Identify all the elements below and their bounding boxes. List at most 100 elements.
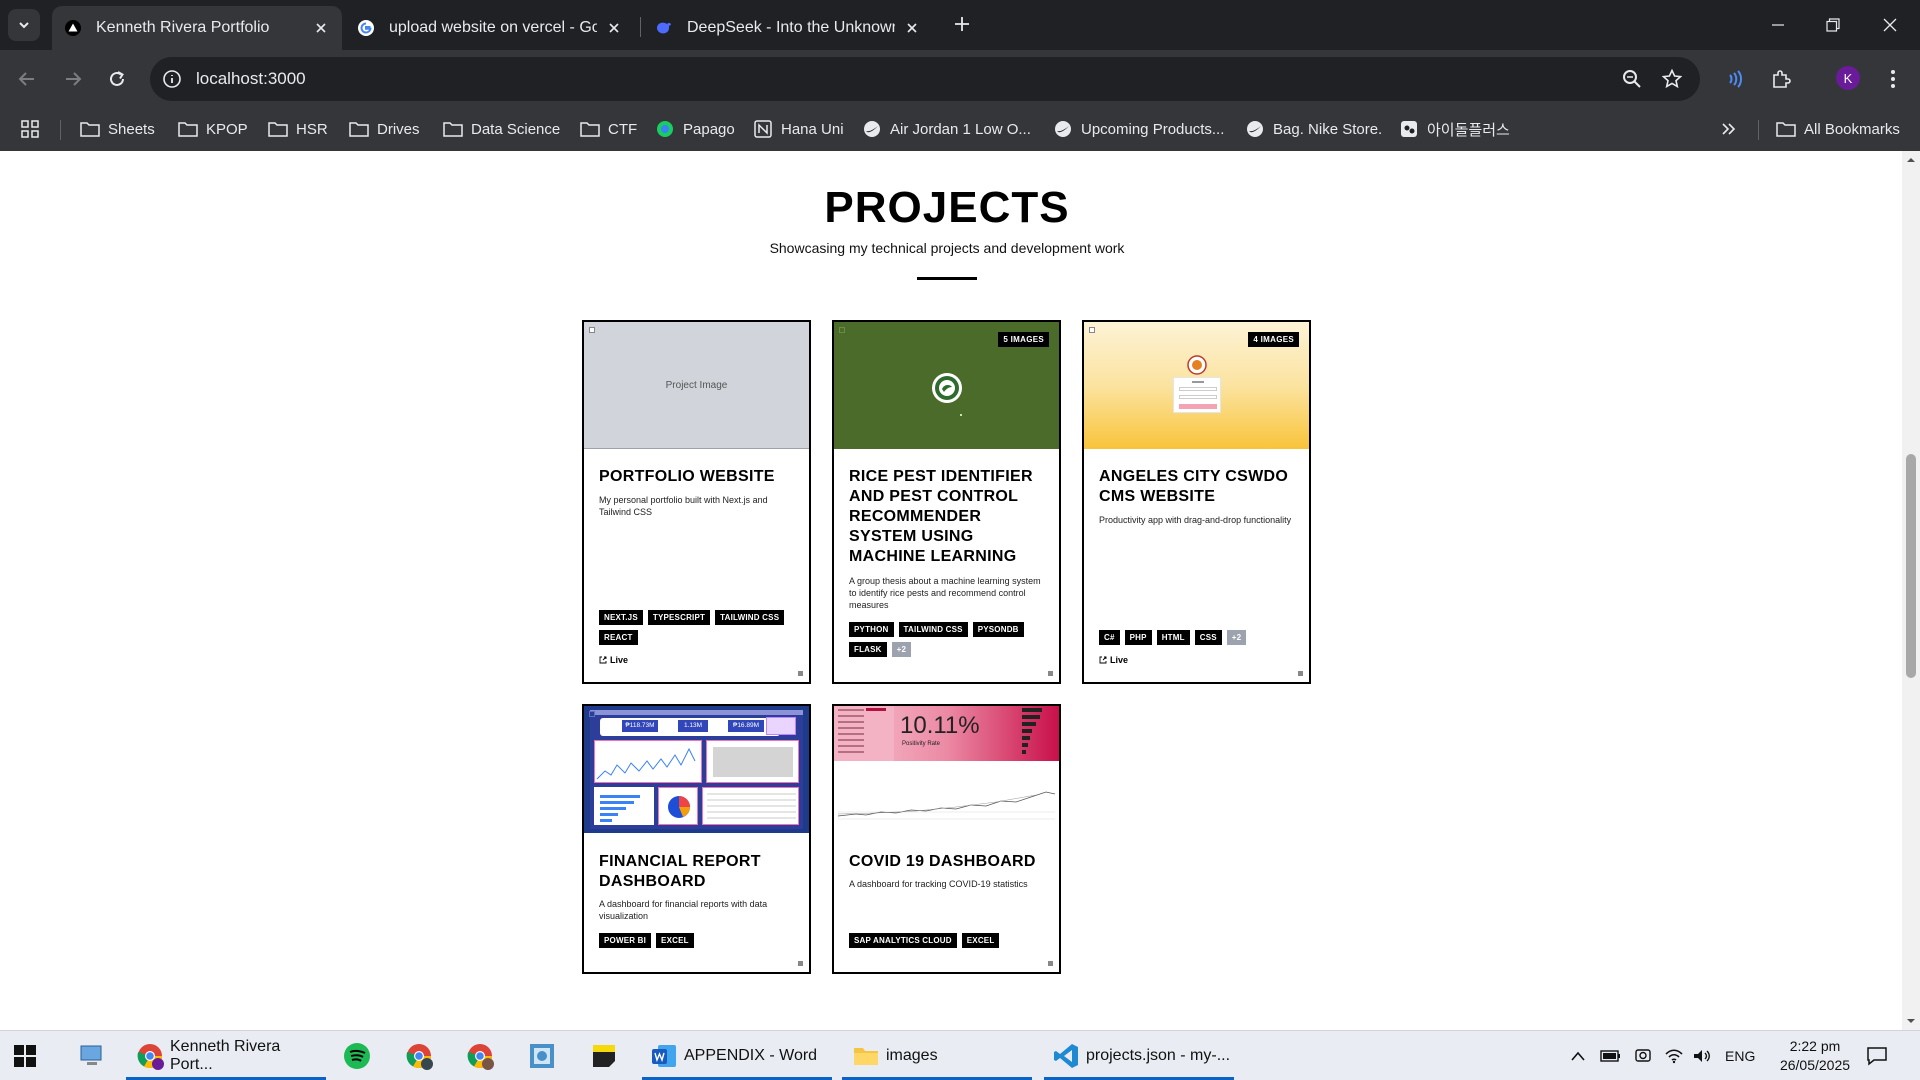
project-card-financial-report[interactable]: ₱118.73M 1.13M ₱16.89M FINANCIAL REPORT … bbox=[582, 704, 811, 974]
project-title: PORTFOLIO WEBSITE bbox=[599, 468, 775, 485]
bookmark-star-icon[interactable] bbox=[1660, 67, 1684, 91]
page-scrollbar[interactable] bbox=[1902, 151, 1920, 1030]
bookmark-folder-data-science[interactable]: Data Science bbox=[443, 118, 560, 140]
zoom-icon[interactable] bbox=[1620, 67, 1644, 91]
rice-pest-logo-icon bbox=[932, 373, 962, 403]
new-tab-button[interactable] bbox=[950, 12, 974, 36]
bookmark-papago[interactable]: Papago bbox=[655, 118, 735, 140]
scroll-up-icon[interactable] bbox=[1906, 155, 1916, 165]
taskbar-chrome-portfolio[interactable]: Kenneth Rivera Port... bbox=[136, 1031, 326, 1080]
forward-button[interactable] bbox=[58, 64, 88, 94]
folder-icon bbox=[443, 120, 463, 138]
bookmark-hana-uni[interactable]: Hana Uni bbox=[753, 118, 844, 140]
covid-list-thumb bbox=[838, 708, 886, 753]
tech-tags: C# PHP HTML CSS +2 bbox=[1099, 630, 1304, 645]
taskbar-spotify[interactable] bbox=[343, 1031, 377, 1080]
bookmark-folder-kpop[interactable]: KPOP bbox=[178, 118, 248, 140]
clock[interactable]: 2:22 pm 26/05/2025 bbox=[1770, 1031, 1860, 1080]
taskbar-vscode[interactable]: projects.json - my-... bbox=[1052, 1031, 1232, 1080]
project-description: A dashboard for financial reports with d… bbox=[599, 899, 768, 921]
tech-tags: POWER BI EXCEL bbox=[599, 933, 804, 948]
covid-line-panel bbox=[836, 764, 1057, 830]
nike-icon bbox=[862, 120, 882, 138]
bookmark-air-jordan[interactable]: Air Jordan 1 Low O... bbox=[862, 118, 1031, 140]
site-info-icon[interactable] bbox=[162, 69, 182, 89]
covid-line-thumb bbox=[837, 791, 1056, 820]
restore-button[interactable] bbox=[1818, 10, 1848, 40]
bookmark-nike-store[interactable]: Bag. Nike Store. bbox=[1245, 118, 1382, 140]
more-bookmarks-button[interactable] bbox=[1718, 118, 1746, 140]
all-bookmarks-button[interactable]: All Bookmarks bbox=[1776, 118, 1900, 140]
address-bar[interactable]: localhost:3000 bbox=[150, 57, 1700, 101]
taskbar-sticky-notes[interactable] bbox=[590, 1031, 624, 1080]
bookmark-divider bbox=[60, 120, 61, 140]
taskbar-chrome-2[interactable] bbox=[405, 1031, 439, 1080]
close-tab-icon[interactable] bbox=[903, 19, 921, 37]
tech-tag: SAP ANALYTICS CLOUD bbox=[849, 933, 957, 948]
taskbar-photos[interactable] bbox=[528, 1031, 562, 1080]
tech-tags: PYTHON TAILWIND CSS PYSONDB FLASK +2 bbox=[849, 622, 1054, 657]
windows-taskbar: Kenneth Rivera Port... APPENDIX - Word i… bbox=[0, 1030, 1920, 1080]
live-link[interactable]: Live bbox=[599, 655, 628, 665]
scrollbar-thumb[interactable] bbox=[1906, 454, 1916, 678]
project-image[interactable]: Project Image bbox=[584, 322, 809, 449]
folder-icon bbox=[580, 120, 600, 138]
task-view-button[interactable] bbox=[78, 1031, 106, 1080]
folder-icon bbox=[852, 1042, 880, 1070]
profile-avatar[interactable]: K bbox=[1836, 66, 1860, 90]
extension-wave-icon[interactable] bbox=[1720, 64, 1750, 94]
wifi-status[interactable] bbox=[1664, 1031, 1684, 1080]
minimize-button[interactable] bbox=[1763, 10, 1793, 40]
tab-title: DeepSeek - Into the Unknown bbox=[687, 19, 895, 36]
wifi-icon bbox=[1665, 1049, 1683, 1064]
vercel-triangle-icon bbox=[64, 19, 82, 37]
notifications-button[interactable] bbox=[1866, 1031, 1888, 1080]
webcam-status[interactable] bbox=[1634, 1031, 1652, 1080]
tab-portfolio[interactable]: Kenneth Rivera Portfolio bbox=[52, 6, 342, 50]
image-placeholder-label: Project Image bbox=[665, 380, 728, 391]
reload-button[interactable] bbox=[102, 64, 132, 94]
project-card-rice-pest[interactable]: 5 IMAGES RICE PEST IDENTIFIER AND PEST C… bbox=[832, 320, 1061, 684]
bookmark-upcoming-products[interactable]: Upcoming Products... bbox=[1053, 118, 1224, 140]
extensions-puzzle-icon[interactable] bbox=[1766, 64, 1796, 94]
url-text[interactable]: localhost:3000 bbox=[196, 69, 306, 89]
bookmark-folder-hsr[interactable]: HSR bbox=[268, 118, 328, 140]
bookmark-folder-ctf[interactable]: CTF bbox=[580, 118, 637, 140]
taskbar-word[interactable]: APPENDIX - Word bbox=[650, 1031, 830, 1080]
taskbar-chrome-3[interactable] bbox=[466, 1031, 500, 1080]
project-image[interactable]: ₱118.73M 1.13M ₱16.89M bbox=[584, 706, 809, 833]
folder-icon bbox=[349, 120, 369, 138]
idolplus-icon bbox=[1399, 120, 1419, 138]
bookmark-folder-sheets[interactable]: Sheets bbox=[80, 118, 155, 140]
tab-deepseek[interactable]: DeepSeek - Into the Unknown bbox=[643, 6, 933, 50]
tab-search-button[interactable] bbox=[8, 9, 40, 41]
start-button[interactable] bbox=[14, 1031, 36, 1080]
input-language[interactable]: ENG bbox=[1725, 1031, 1755, 1080]
apps-grid-button[interactable] bbox=[20, 118, 48, 140]
kebab-menu-icon[interactable] bbox=[1878, 64, 1908, 94]
bookmark-folder-drives[interactable]: Drives bbox=[349, 118, 420, 140]
taskbar-file-explorer-images[interactable]: images bbox=[852, 1031, 1022, 1080]
tech-tag: EXCEL bbox=[656, 933, 694, 948]
project-card-cswdo-cms[interactable]: 4 IMAGES ANGELES CITY CSWDO CMS WEBSITE … bbox=[1082, 320, 1311, 684]
external-link-icon bbox=[599, 656, 607, 664]
battery-status[interactable] bbox=[1600, 1031, 1622, 1080]
back-button[interactable] bbox=[12, 64, 42, 94]
project-card-portfolio[interactable]: Project Image PORTFOLIO WEBSITE My perso… bbox=[582, 320, 811, 684]
kpi-box: ₱118.73M bbox=[622, 720, 658, 732]
tab-google-search[interactable]: upload website on vercel - Goo bbox=[345, 6, 635, 50]
scroll-down-icon[interactable] bbox=[1906, 1016, 1916, 1026]
nike-icon bbox=[1245, 120, 1265, 138]
bookmark-idolplus[interactable]: 아이돌플러스 bbox=[1399, 118, 1510, 140]
project-card-covid-dashboard[interactable]: 10.11% Positivity Rate COVID 19 DASHBOAR… bbox=[832, 704, 1061, 974]
volume-control[interactable] bbox=[1692, 1031, 1712, 1080]
close-window-button[interactable] bbox=[1875, 10, 1905, 40]
folder-icon bbox=[268, 120, 288, 138]
tech-tag: REACT bbox=[599, 630, 638, 645]
show-hidden-icons-button[interactable] bbox=[1570, 1031, 1586, 1080]
project-image[interactable]: 10.11% Positivity Rate bbox=[834, 706, 1059, 833]
close-icon bbox=[1883, 18, 1897, 32]
close-tab-icon[interactable] bbox=[312, 19, 330, 37]
live-link[interactable]: Live bbox=[1099, 655, 1128, 665]
close-tab-icon[interactable] bbox=[605, 19, 623, 37]
